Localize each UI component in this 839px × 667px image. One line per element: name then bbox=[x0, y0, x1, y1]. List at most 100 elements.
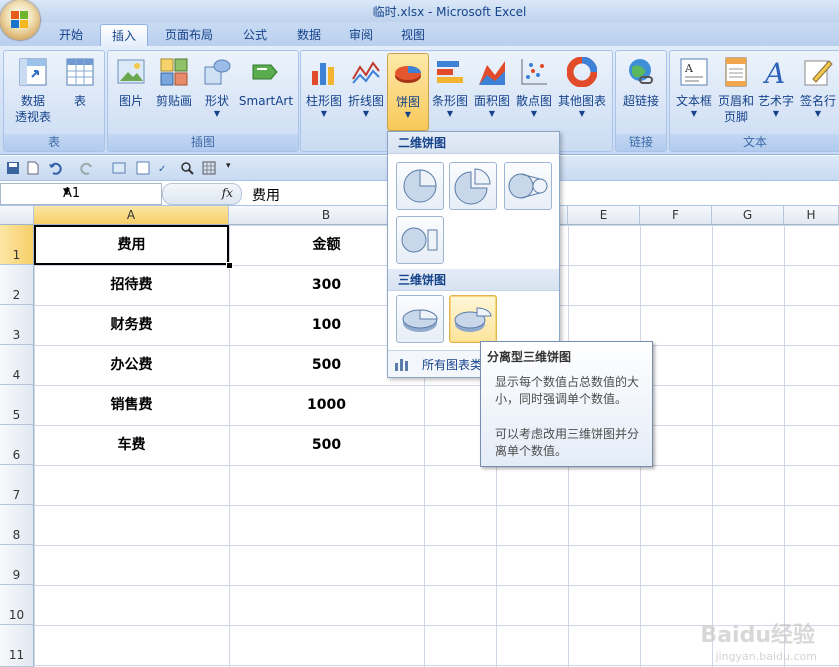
row-header[interactable]: 5 bbox=[0, 385, 34, 425]
formula-input[interactable]: 费用 bbox=[252, 185, 280, 205]
wordart-button[interactable]: A 艺术字 ▼ bbox=[756, 53, 796, 119]
area-chart-button[interactable]: 面积图 ▼ bbox=[471, 53, 513, 119]
group-links: 超链接 链接 bbox=[615, 50, 667, 152]
tab-view[interactable]: 视图 bbox=[390, 24, 436, 46]
pie-3d-icon bbox=[402, 309, 438, 332]
column-header-g[interactable]: G bbox=[712, 206, 784, 225]
clipart-button[interactable]: 剪贴画 bbox=[152, 53, 196, 109]
cell-a6[interactable]: 车费 bbox=[34, 425, 229, 465]
exploded-pie-3d-option[interactable] bbox=[449, 295, 497, 343]
column-header-h[interactable]: H bbox=[784, 206, 839, 225]
spelling-abc-icon[interactable]: ✓ bbox=[158, 161, 172, 175]
area-chart-icon bbox=[477, 57, 507, 87]
tab-home[interactable]: 开始 bbox=[48, 24, 94, 46]
cell-a2[interactable]: 招待费 bbox=[34, 265, 229, 305]
bar-chart-button[interactable]: 条形图 ▼ bbox=[429, 53, 471, 119]
tab-data[interactable]: 数据 bbox=[286, 24, 332, 46]
bar-of-pie-option[interactable] bbox=[396, 216, 444, 264]
column-header-f[interactable]: F bbox=[640, 206, 712, 225]
shapes-icon bbox=[202, 57, 232, 87]
textbox-icon: A bbox=[679, 57, 709, 87]
row-header[interactable]: 9 bbox=[0, 545, 34, 585]
pie-2d-option[interactable] bbox=[396, 162, 444, 210]
cell-b5[interactable]: 1000 bbox=[229, 385, 424, 425]
borders-icon[interactable] bbox=[202, 161, 216, 175]
exploded-pie-2d-option[interactable] bbox=[449, 162, 497, 210]
active-cell-border bbox=[34, 225, 229, 265]
line-chart-button[interactable]: 折线图 ▼ bbox=[345, 53, 387, 119]
tooltip-description: 显示每个数值占总数值的大小，同时强调单个数值。 bbox=[495, 375, 640, 406]
name-box[interactable]: A1 ▼ bbox=[0, 183, 162, 205]
row-header[interactable]: 11 bbox=[0, 625, 34, 667]
clipart-icon bbox=[159, 57, 189, 87]
redo-icon[interactable] bbox=[80, 161, 94, 175]
bar-chart-icon bbox=[435, 57, 465, 87]
column-header-e[interactable]: E bbox=[568, 206, 640, 225]
undo-icon[interactable] bbox=[48, 161, 62, 175]
print-preview-icon[interactable] bbox=[180, 161, 194, 175]
line-chart-icon bbox=[351, 57, 381, 87]
tab-review[interactable]: 审阅 bbox=[338, 24, 384, 46]
globe-link-icon bbox=[626, 57, 656, 87]
tab-page-layout[interactable]: 页面布局 bbox=[156, 24, 222, 46]
customize-toolbar-icon[interactable]: ▾ bbox=[226, 161, 240, 175]
header-footer-button[interactable]: 页眉和 页脚 bbox=[716, 53, 756, 125]
header-footer-icon bbox=[721, 57, 751, 87]
doughnut-chart-icon bbox=[566, 56, 598, 88]
spellcheck-icon[interactable] bbox=[112, 161, 126, 175]
fx-icon[interactable]: fx bbox=[222, 186, 233, 200]
smartart-icon bbox=[251, 57, 281, 87]
save-icon[interactable] bbox=[6, 161, 20, 175]
fill-handle[interactable] bbox=[226, 262, 233, 269]
pie-chart-button[interactable]: 饼图 ▼ bbox=[387, 53, 429, 131]
baidu-watermark: Baidu经验 bbox=[700, 623, 815, 648]
office-logo-icon bbox=[11, 11, 29, 29]
tab-formulas[interactable]: 公式 bbox=[232, 24, 278, 46]
table-button[interactable]: 表 bbox=[60, 53, 100, 109]
column-chart-button[interactable]: 柱形图 ▼ bbox=[303, 53, 345, 119]
cell-a4[interactable]: 办公费 bbox=[34, 345, 229, 385]
group-tables: 数据 透视表 表 表 bbox=[3, 50, 105, 152]
tab-insert[interactable]: 插入 bbox=[100, 24, 148, 47]
shapes-button[interactable]: 形状 ▼ bbox=[198, 53, 236, 119]
name-box-dropdown-icon[interactable]: ▼ bbox=[63, 187, 157, 197]
textbox-button[interactable]: A 文本框 ▼ bbox=[672, 53, 716, 119]
select-all-corner[interactable] bbox=[0, 206, 34, 225]
signature-line-button[interactable]: 签名行 ▼ bbox=[798, 53, 838, 119]
cell-b6[interactable]: 500 bbox=[229, 425, 424, 465]
pie-of-pie-option[interactable] bbox=[504, 162, 552, 210]
table-icon bbox=[65, 57, 95, 87]
row-header[interactable]: 2 bbox=[0, 265, 34, 305]
row-header[interactable]: 6 bbox=[0, 425, 34, 465]
cell-a3[interactable]: 财务费 bbox=[34, 305, 229, 345]
picture-icon bbox=[116, 57, 146, 87]
sort-icon[interactable] bbox=[136, 161, 150, 175]
exploded-pie-3d-icon bbox=[454, 307, 492, 332]
scatter-chart-button[interactable]: 散点图 ▼ bbox=[513, 53, 555, 119]
column-header-a[interactable]: A bbox=[34, 206, 229, 225]
shapes-dropdown-icon: ▼ bbox=[213, 109, 221, 118]
pie-3d-option[interactable] bbox=[396, 295, 444, 343]
row-header[interactable]: 10 bbox=[0, 585, 34, 625]
row-header[interactable]: 4 bbox=[0, 345, 34, 385]
title-bar: 临时.xlsx - Microsoft Excel bbox=[0, 0, 839, 22]
row-header[interactable]: 8 bbox=[0, 505, 34, 545]
insert-function-box[interactable]: fx bbox=[162, 183, 242, 205]
group-illustrations: 图片 剪贴画 形状 ▼ SmartArt 插图 bbox=[107, 50, 299, 152]
row-header[interactable]: 1 bbox=[0, 225, 34, 265]
row-header[interactable]: 7 bbox=[0, 465, 34, 505]
new-document-icon[interactable] bbox=[26, 161, 40, 175]
picture-button[interactable]: 图片 bbox=[112, 53, 150, 109]
svg-text:A: A bbox=[762, 57, 785, 87]
wordart-icon: A bbox=[761, 57, 791, 90]
pivot-table-icon bbox=[18, 57, 48, 87]
hyperlink-button[interactable]: 超链接 bbox=[618, 53, 664, 109]
cell-a5[interactable]: 销售费 bbox=[34, 385, 229, 425]
other-charts-button[interactable]: 其他图表 ▼ bbox=[555, 53, 609, 119]
office-button[interactable] bbox=[0, 0, 40, 40]
scatter-chart-icon bbox=[519, 57, 549, 87]
smartart-button[interactable]: SmartArt bbox=[236, 53, 296, 109]
pivot-table-button[interactable]: 数据 透视表 bbox=[6, 53, 60, 125]
row-header[interactable]: 3 bbox=[0, 305, 34, 345]
column-chart-icon bbox=[309, 57, 339, 87]
